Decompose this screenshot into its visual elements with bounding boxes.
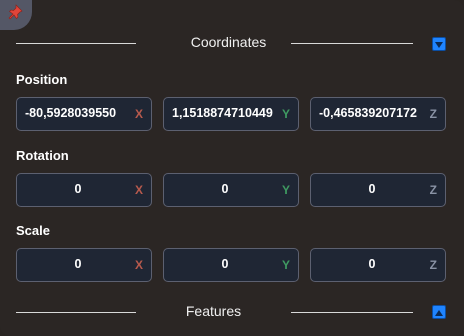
position-y-field[interactable]: 1,1518874710449 Y: [163, 97, 299, 131]
axis-x-label: X: [134, 107, 143, 121]
axis-y-label: Y: [281, 183, 290, 197]
rotation-x-field[interactable]: 0 X: [16, 173, 152, 207]
divider: [291, 312, 413, 313]
scale-z-field[interactable]: 0 Z: [310, 248, 446, 282]
transform-panel: Coordinates Position -80,5928039550 X 1,…: [0, 0, 464, 336]
divider: [16, 312, 136, 313]
pin-button[interactable]: [0, 0, 32, 30]
position-z-field[interactable]: -0,465839207172 Z: [310, 97, 446, 131]
axis-z-label: Z: [429, 258, 437, 272]
features-header: Features: [16, 302, 446, 322]
pushpin-icon: [7, 3, 23, 25]
scale-z-value: 0: [368, 257, 376, 271]
axis-x-label: X: [134, 258, 143, 272]
chevron-down-icon: [435, 35, 443, 53]
scale-label: Scale: [16, 223, 50, 238]
rotation-label: Rotation: [16, 148, 69, 163]
position-x-value: -80,5928039550: [25, 106, 117, 120]
scale-x-field[interactable]: 0 X: [16, 248, 152, 282]
rotation-y-field[interactable]: 0 Y: [163, 173, 299, 207]
expand-features-button[interactable]: [432, 305, 446, 319]
scale-y-value: 0: [221, 257, 229, 271]
coordinates-title: Coordinates: [190, 34, 267, 50]
scale-x-value: 0: [74, 257, 82, 271]
axis-z-label: Z: [429, 183, 437, 197]
position-y-value: 1,1518874710449: [172, 106, 273, 120]
coordinates-header: Coordinates: [16, 33, 446, 53]
rotation-x-value: 0: [74, 182, 82, 196]
position-label: Position: [16, 72, 68, 87]
rotation-z-value: 0: [368, 182, 376, 196]
collapse-coordinates-button[interactable]: [432, 37, 446, 51]
rotation-y-value: 0: [221, 182, 229, 196]
axis-y-label: Y: [281, 258, 290, 272]
position-z-value: -0,465839207172: [319, 106, 418, 120]
position-x-field[interactable]: -80,5928039550 X: [16, 97, 152, 131]
scale-y-field[interactable]: 0 Y: [163, 248, 299, 282]
features-title: Features: [185, 303, 242, 319]
chevron-up-icon: [435, 303, 443, 321]
axis-z-label: Z: [429, 107, 437, 121]
axis-x-label: X: [134, 183, 143, 197]
rotation-z-field[interactable]: 0 Z: [310, 173, 446, 207]
divider: [291, 43, 413, 44]
divider: [16, 43, 136, 44]
axis-y-label: Y: [281, 107, 290, 121]
